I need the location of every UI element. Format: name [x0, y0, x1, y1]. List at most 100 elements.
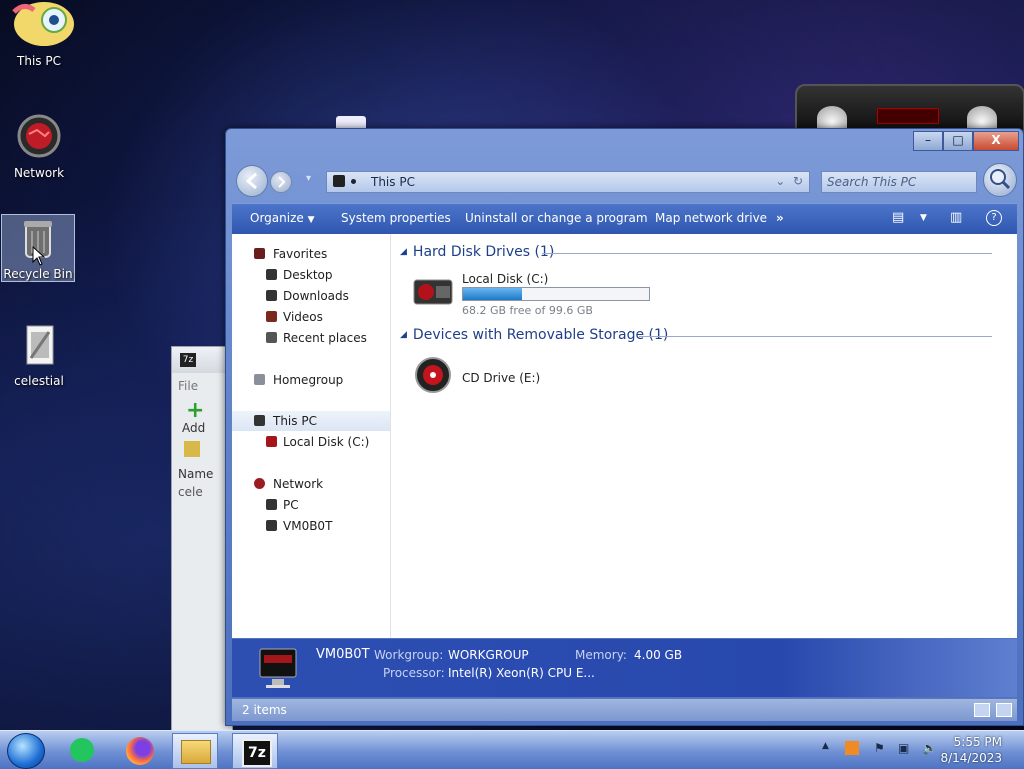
sidebar-label: Local Disk (C:) — [283, 435, 370, 449]
group-title: Hard Disk Drives (1) — [412, 244, 555, 260]
seven-zip-titlebar[interactable]: 7z — [172, 347, 232, 373]
drive-usage-bar — [462, 287, 650, 301]
forward-button[interactable] — [270, 171, 292, 193]
map-network-drive-button[interactable]: Map network drive — [655, 211, 767, 225]
taskbar: 7z ▲ ⚑ ▣ 🔈 5:55 PM 8/14/2023 — [0, 730, 1024, 769]
drive-name-local-disk: Local Disk (C:) — [462, 272, 549, 286]
folder-up-icon[interactable] — [184, 441, 200, 457]
uninstall-program-button[interactable]: Uninstall or change a program — [465, 211, 648, 225]
sidebar-item-network[interactable]: Network — [232, 474, 390, 494]
minimize-button[interactable]: – — [913, 131, 943, 151]
maximize-button[interactable]: □ — [943, 131, 973, 151]
view-options-icon[interactable]: ▤ — [892, 210, 904, 225]
clock-date: 8/14/2023 — [940, 751, 1002, 765]
video-icon — [266, 311, 277, 322]
explorer-window[interactable]: – □ X ▾ This PC ⌄ ↻ Search This PC Organ… — [225, 128, 1024, 726]
start-button[interactable] — [7, 733, 45, 769]
chevron-down-icon[interactable]: ▼ — [920, 213, 927, 223]
command-bar: Organize ▼ System properties Uninstall o… — [232, 203, 1017, 234]
tray-app-icon[interactable] — [845, 741, 859, 755]
seven-zip-add-button[interactable]: + Add — [172, 395, 232, 436]
clock-time: 5:55 PM — [953, 735, 1002, 749]
navigation-pane: Favorites Desktop Downloads Videos Recen… — [232, 234, 391, 638]
sidebar-item-local-disk[interactable]: Local Disk (C:) — [232, 432, 390, 452]
sidebar-item-homegroup[interactable]: Homegroup — [232, 370, 390, 390]
details-view-icon[interactable] — [974, 703, 990, 717]
drive-name-cd: CD Drive (E:) — [462, 371, 541, 385]
star-icon — [254, 248, 265, 259]
preview-pane-icon[interactable]: ▥ — [950, 210, 962, 225]
taskbar-app-explorer[interactable] — [172, 733, 218, 769]
taskbar-app-notes[interactable] — [60, 733, 104, 767]
arrow-right-icon — [278, 176, 286, 188]
sidebar-item-videos[interactable]: Videos — [232, 307, 390, 327]
item-count: 2 items — [242, 703, 287, 717]
seven-zip-window[interactable]: 7z File + Add Name cele — [171, 346, 233, 732]
gadget-dial-icon — [967, 106, 997, 130]
clock[interactable]: 5:55 PM 8/14/2023 — [940, 734, 1002, 766]
chevron-down-icon[interactable]: ⌄ — [775, 174, 785, 188]
computer-monitor-icon — [258, 645, 298, 691]
download-icon — [266, 290, 277, 301]
folder-icon — [181, 740, 211, 764]
search-box[interactable]: Search This PC — [821, 171, 977, 193]
group-header-removable[interactable]: ◢ Devices with Removable Storage (1) — [400, 327, 668, 343]
address-controls[interactable]: ⌄ ↻ — [775, 174, 803, 188]
file-row[interactable]: cele — [172, 483, 232, 501]
computer-icon — [266, 499, 277, 510]
sidebar-item-downloads[interactable]: Downloads — [232, 286, 390, 306]
back-button[interactable] — [236, 165, 268, 197]
network-status-icon[interactable]: ▣ — [898, 741, 909, 755]
sidebar-label: Videos — [283, 310, 323, 324]
sidebar-item-this-pc[interactable]: This PC — [232, 411, 390, 431]
desktop-icon-this-pc[interactable]: This PC — [3, 2, 75, 68]
desktop-icon-label: Network — [13, 166, 65, 180]
action-center-flag-icon[interactable]: ⚑ — [874, 741, 885, 755]
group-title: Devices with Removable Storage (1) — [412, 327, 669, 343]
desktop-icon-celestial[interactable]: celestial — [3, 322, 75, 388]
desktop-icon — [266, 269, 277, 280]
system-properties-button[interactable]: System properties — [341, 211, 451, 225]
sidebar-item-recent-places[interactable]: Recent places — [232, 328, 390, 348]
taskbar-app-firefox[interactable] — [118, 733, 162, 767]
large-icons-view-icon[interactable] — [996, 703, 1012, 717]
drive-free-space: 68.2 GB free of 99.6 GB — [462, 304, 593, 317]
group-header-hard-disk[interactable]: ◢ Hard Disk Drives (1) — [400, 244, 554, 260]
seven-zip-icon: 7z — [180, 353, 196, 367]
arrow-left-icon — [245, 172, 257, 190]
sidebar-item-desktop[interactable]: Desktop — [232, 265, 390, 285]
navigation-bar: ▾ This PC ⌄ ↻ Search This PC — [234, 163, 1017, 199]
memory-label: Memory: — [575, 648, 627, 662]
collapse-triangle-icon: ◢ — [400, 247, 407, 257]
computer-icon — [266, 520, 277, 531]
taskbar-app-7zip[interactable]: 7z — [232, 733, 278, 769]
recent-locations-icon[interactable]: ▾ — [306, 173, 311, 184]
sidebar-label: Favorites — [273, 247, 328, 261]
search-icon — [990, 169, 1011, 190]
status-bar: 2 items — [232, 698, 1017, 721]
sidebar-label: Network — [273, 477, 324, 491]
network-icon — [254, 478, 265, 489]
sidebar-item-favorites[interactable]: Favorites — [232, 244, 390, 264]
show-hidden-icons-icon[interactable]: ▲ — [822, 741, 829, 751]
seven-zip-menu-file[interactable]: File — [172, 377, 232, 395]
desktop-icon-label: celestial — [14, 374, 64, 388]
column-header-name[interactable]: Name — [172, 465, 232, 483]
search-button[interactable] — [983, 163, 1017, 197]
refresh-icon[interactable]: ↻ — [793, 174, 803, 188]
more-commands-button[interactable]: » — [776, 211, 784, 225]
computer-name: VM0B0T — [316, 647, 370, 662]
workgroup-value: WORKGROUP — [448, 648, 529, 662]
hard-drive-icon — [412, 274, 454, 308]
sidebar-item-vm0b0t[interactable]: VM0B0T — [232, 516, 390, 536]
address-text: This PC — [371, 175, 415, 189]
desktop-icon-network[interactable]: Network — [3, 114, 75, 180]
organize-button[interactable]: Organize ▼ — [250, 211, 315, 225]
volume-icon[interactable]: 🔈 — [922, 741, 937, 755]
sidebar-item-pc[interactable]: PC — [232, 495, 390, 515]
address-bar[interactable]: This PC ⌄ ↻ — [326, 171, 810, 193]
help-icon[interactable]: ? — [986, 210, 1002, 226]
gadget-red-display — [877, 108, 939, 124]
close-button[interactable]: X — [973, 131, 1019, 151]
file-list: ◢ Hard Disk Drives (1) Local Disk (C:) 68… — [392, 234, 1017, 638]
